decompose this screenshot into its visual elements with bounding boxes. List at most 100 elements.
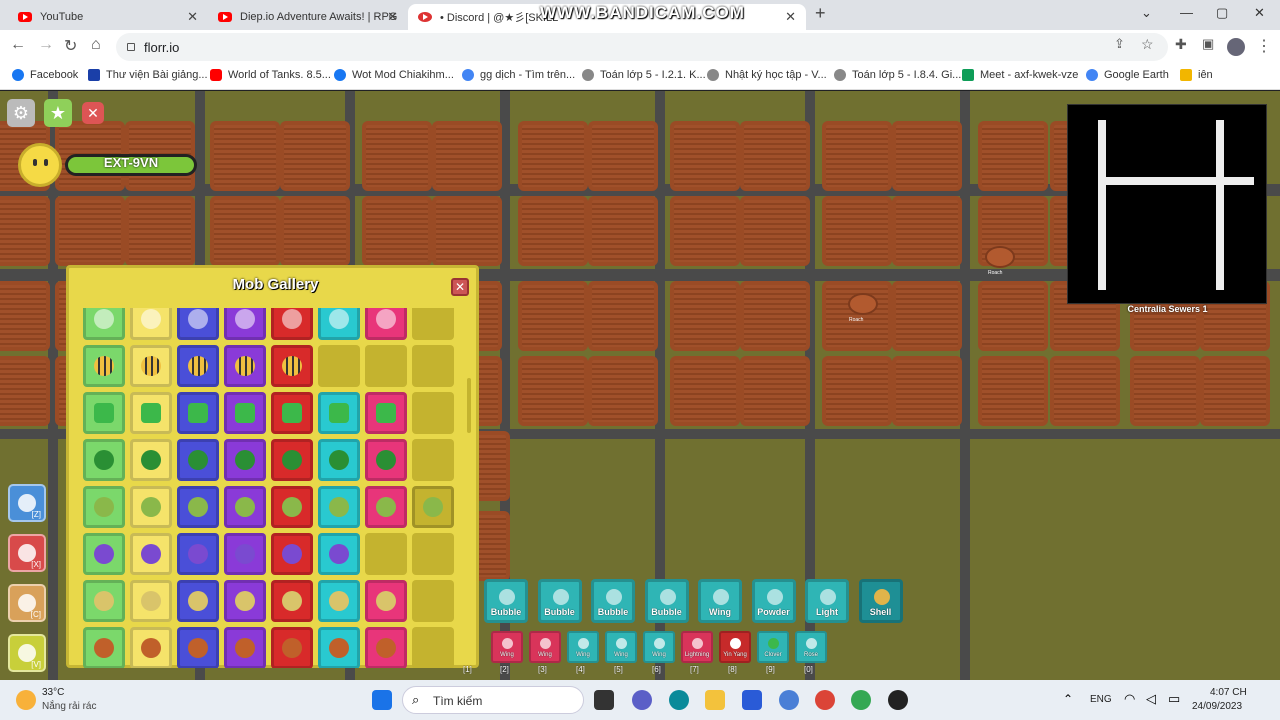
lock-icon[interactable] [127, 43, 135, 51]
mob-bubble-cell[interactable] [83, 308, 125, 340]
bookmark-item[interactable]: Toán lớp 5 - I.2.1. K... [582, 69, 706, 81]
weather-sun-icon[interactable] [16, 690, 36, 710]
loadout-slot-bubble[interactable]: Bubble [591, 579, 635, 623]
mob-bee-cell[interactable] [271, 345, 313, 387]
mob-ant-cell[interactable] [365, 627, 407, 668]
close-window-button[interactable]: ✕ [1254, 5, 1265, 21]
volume-icon[interactable]: ◁ [1146, 691, 1156, 707]
battery-icon[interactable]: ▭ [1168, 691, 1180, 707]
secondary-slot-6[interactable]: Lightning [681, 631, 713, 663]
mob-snail-cell[interactable] [130, 486, 172, 528]
secondary-slot-3[interactable]: Wing [567, 631, 599, 663]
bookmark-item[interactable]: World of Tanks. 8.5... [210, 69, 331, 81]
mob-cactus-cell[interactable] [224, 439, 266, 481]
mob-cactus-cell[interactable] [130, 439, 172, 481]
star-icon[interactable]: ★ [44, 99, 72, 127]
game-canvas[interactable]: ⚙ ★ ✕ EXT-9VN Centralia Sewers 1 Roach R… [0, 91, 1280, 680]
empty-mob-cell[interactable] [412, 439, 454, 481]
weather-temp[interactable]: 33°C [42, 687, 64, 698]
mob-snail-purple-cell[interactable] [271, 533, 313, 575]
ability-slot-c[interactable]: [C] [8, 584, 46, 622]
mob-cactus-cell[interactable] [318, 439, 360, 481]
chat-icon[interactable] [632, 690, 652, 710]
wifi-icon[interactable]: ◠ [1124, 691, 1135, 707]
mob-starfish-cell[interactable] [318, 392, 360, 434]
task-view-icon[interactable] [594, 690, 614, 710]
roach-mob[interactable] [848, 293, 878, 315]
bandicam-icon[interactable] [888, 690, 908, 710]
new-tab-button[interactable]: + [815, 3, 826, 24]
forward-icon[interactable]: → [38, 36, 54, 54]
mob-snail-purple-cell[interactable] [130, 533, 172, 575]
file-explorer-icon[interactable] [705, 690, 725, 710]
bookmark-item[interactable]: Toán lớp 5 - I.8.4. Gi... [834, 69, 961, 81]
avatar[interactable] [1227, 38, 1245, 56]
tab-youtube[interactable]: YouTube ✕ [8, 4, 208, 30]
secondary-slot-7[interactable]: Yin Yang [719, 631, 751, 663]
mob-snail-cell[interactable] [412, 486, 454, 528]
secondary-slot-4[interactable]: Wing [605, 631, 637, 663]
chrome-icon[interactable] [815, 690, 835, 710]
mob-ant-cell[interactable] [318, 627, 360, 668]
mob-starfish-cell[interactable] [224, 392, 266, 434]
close-icon[interactable]: ✕ [82, 102, 104, 124]
mob-bee-cell[interactable] [177, 345, 219, 387]
reload-icon[interactable]: ↻ [64, 36, 77, 56]
loadout-slot-bubble[interactable]: Bubble [644, 579, 689, 623]
mob-bubble-cell[interactable] [224, 308, 266, 340]
chrome-active-icon[interactable] [851, 690, 871, 710]
mob-bubble-cell[interactable] [271, 308, 313, 340]
secondary-slot-8[interactable]: Clover [757, 631, 789, 663]
mob-snail-cell[interactable] [365, 486, 407, 528]
bookmark-item[interactable]: Nhật ký học tập - V... [707, 69, 827, 81]
mob-ant-cell[interactable] [130, 627, 172, 668]
edge-icon[interactable] [669, 690, 689, 710]
menu-icon[interactable]: ⋮ [1256, 36, 1272, 56]
windows-start-icon[interactable] [372, 690, 392, 710]
bookmark-star-icon[interactable]: ☆ [1141, 36, 1154, 53]
mob-snail-purple-cell[interactable] [177, 533, 219, 575]
mob-snail-cell[interactable] [83, 486, 125, 528]
ability-slot-x[interactable]: [X] [8, 534, 46, 572]
mob-bubble-cell[interactable] [318, 308, 360, 340]
mob-snail-tan-cell[interactable] [271, 580, 313, 622]
tab-diep[interactable]: Diep.io Adventure Awaits! | RPG ✕ [208, 4, 408, 30]
ability-slot-v[interactable]: [V] [8, 634, 46, 672]
gallery-close-button[interactable]: ✕ [451, 278, 469, 296]
mob-snail-purple-cell[interactable] [318, 533, 360, 575]
ability-slot-z[interactable]: [Z] [8, 484, 46, 522]
settings-gear-icon[interactable]: ⚙ [7, 99, 35, 127]
mob-ant-cell[interactable] [83, 627, 125, 668]
close-tab-icon[interactable]: ✕ [187, 9, 198, 25]
bookmark-item[interactable]: Wot Mod Chiakihm... [334, 69, 454, 81]
mob-starfish-cell[interactable] [271, 392, 313, 434]
mob-starfish-cell[interactable] [365, 392, 407, 434]
empty-mob-cell[interactable] [365, 345, 407, 387]
mob-snail-cell[interactable] [177, 486, 219, 528]
roach-mob[interactable] [985, 246, 1015, 268]
secondary-slot-5[interactable]: Wing [643, 631, 675, 663]
mob-snail-purple-cell[interactable] [224, 533, 266, 575]
store-icon[interactable] [742, 690, 762, 710]
loadout-slot-bubble[interactable]: Bubble [537, 579, 582, 623]
mob-bubble-cell[interactable] [177, 308, 219, 340]
empty-mob-cell[interactable] [412, 392, 454, 434]
secondary-slot-2[interactable]: Wing [529, 631, 561, 663]
tab-search-icon[interactable]: ⌄ [1141, 5, 1152, 21]
close-tab-icon[interactable]: ✕ [387, 9, 398, 25]
mob-cactus-cell[interactable] [365, 439, 407, 481]
mob-cactus-cell[interactable] [83, 439, 125, 481]
mob-cactus-cell[interactable] [177, 439, 219, 481]
loadout-slot-powder[interactable]: Powder [751, 579, 796, 623]
empty-mob-cell[interactable] [412, 627, 454, 668]
empty-mob-cell[interactable] [412, 308, 454, 340]
mob-ant-cell[interactable] [177, 627, 219, 668]
mob-starfish-cell[interactable] [177, 392, 219, 434]
clock-time[interactable]: 4:07 CH [1210, 687, 1247, 698]
address-bar[interactable]: florr.io [116, 33, 1168, 61]
mob-snail-purple-cell[interactable] [83, 533, 125, 575]
mob-snail-cell[interactable] [318, 486, 360, 528]
language-indicator[interactable]: ENG [1090, 694, 1112, 705]
mob-snail-tan-cell[interactable] [83, 580, 125, 622]
mob-snail-cell[interactable] [224, 486, 266, 528]
